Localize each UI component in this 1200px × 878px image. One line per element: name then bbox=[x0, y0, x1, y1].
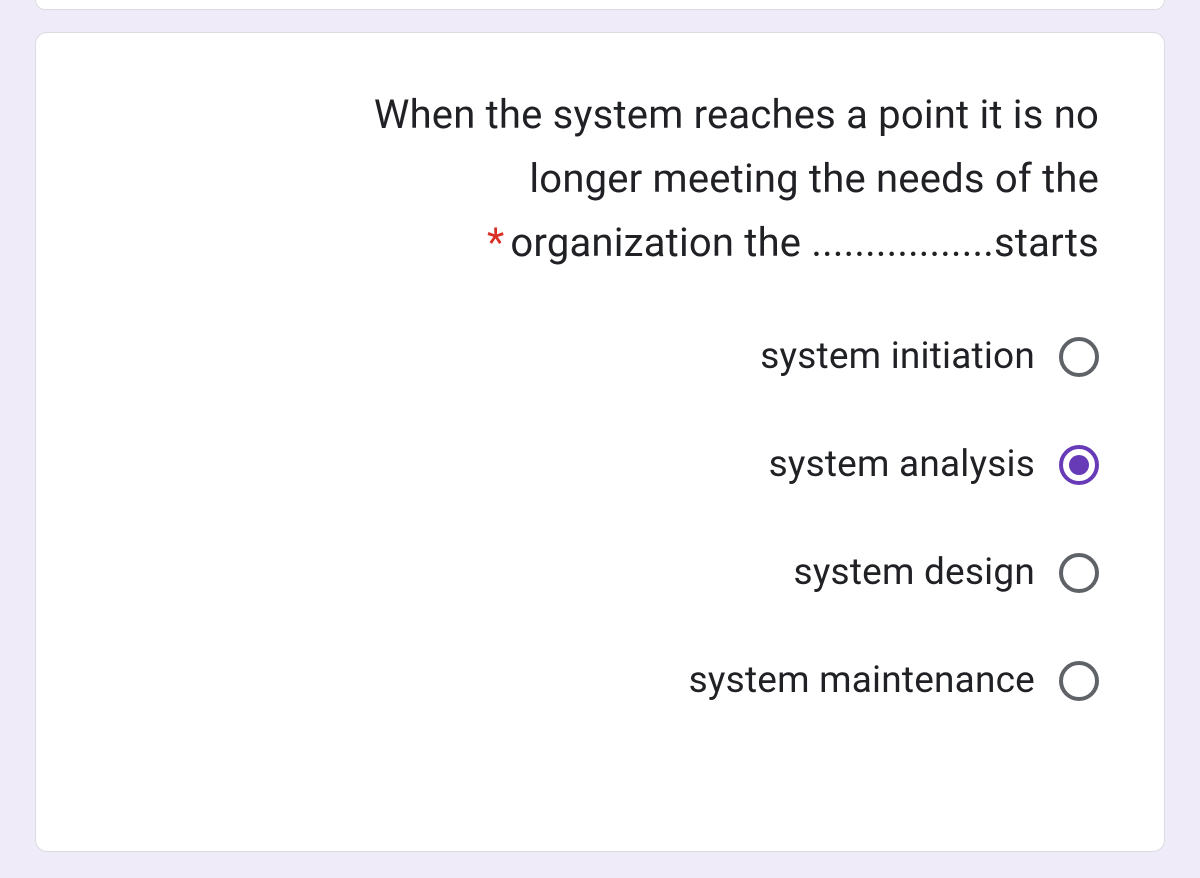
question-line-2: longer meeting the needs of the bbox=[101, 147, 1099, 211]
question-line-1: When the system reaches a point it is no bbox=[101, 83, 1099, 147]
options-list: system initiation system analysis system… bbox=[101, 335, 1099, 702]
question-text-block: When the system reaches a point it is no… bbox=[101, 83, 1099, 275]
previous-card-edge bbox=[35, 0, 1165, 10]
option-system-initiation[interactable]: system initiation bbox=[760, 335, 1099, 378]
option-system-design[interactable]: system design bbox=[794, 551, 1099, 594]
question-card: When the system reaches a point it is no… bbox=[35, 32, 1165, 852]
required-asterisk: * bbox=[487, 219, 504, 266]
option-label: system initiation bbox=[760, 335, 1035, 378]
option-system-analysis[interactable]: system analysis bbox=[769, 443, 1099, 486]
option-label: system design bbox=[794, 551, 1035, 594]
radio-icon bbox=[1059, 337, 1099, 377]
radio-icon-selected bbox=[1059, 445, 1099, 485]
question-line-3: *organization the .................start… bbox=[101, 211, 1099, 275]
option-label: system analysis bbox=[769, 443, 1035, 486]
option-system-maintenance[interactable]: system maintenance bbox=[689, 659, 1099, 702]
radio-icon bbox=[1059, 661, 1099, 701]
question-line-3-text: organization the .................starts bbox=[510, 219, 1099, 266]
option-label: system maintenance bbox=[689, 659, 1035, 702]
radio-icon bbox=[1059, 553, 1099, 593]
